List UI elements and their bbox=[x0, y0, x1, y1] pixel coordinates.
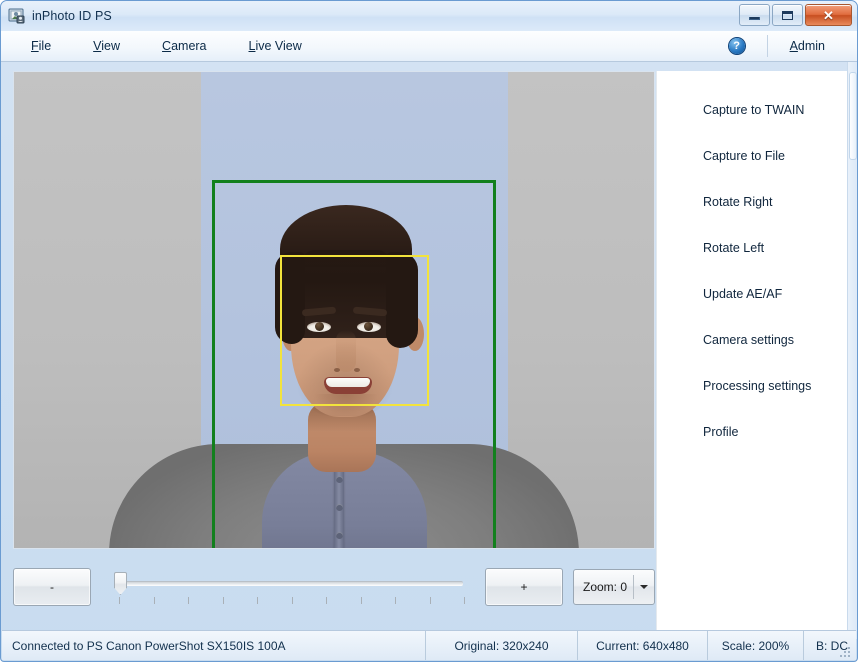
minimize-icon bbox=[749, 17, 760, 20]
application-window: inPhoto ID PS ✕ File View Camera Live Vi… bbox=[0, 0, 858, 662]
image-viewport[interactable] bbox=[13, 71, 655, 549]
command-processing-settings[interactable]: Processing settings bbox=[657, 363, 848, 409]
close-icon: ✕ bbox=[823, 9, 834, 22]
command-camera-settings[interactable]: Camera settings bbox=[657, 317, 848, 363]
menu-live-view[interactable]: Live View bbox=[239, 35, 312, 57]
command-capture-to-file[interactable]: Capture to File bbox=[657, 133, 848, 179]
status-bar: Connected to PS Canon PowerShot SX150IS … bbox=[2, 630, 856, 660]
window-title: inPhoto ID PS bbox=[32, 9, 112, 23]
menu-view-label-rest: iew bbox=[101, 39, 120, 53]
zoom-slider-thumb[interactable] bbox=[114, 572, 127, 595]
menu-view[interactable]: View bbox=[83, 35, 130, 57]
status-original-size: Original: 320x240 bbox=[426, 631, 578, 660]
menu-file[interactable]: File bbox=[21, 35, 61, 57]
panel-scrollbar-thumb[interactable] bbox=[849, 72, 857, 160]
face-detection-rectangle-overlay[interactable] bbox=[280, 255, 429, 406]
menu-file-accel: F bbox=[31, 39, 39, 53]
menu-divider bbox=[767, 35, 768, 57]
menu-camera-accel: C bbox=[162, 39, 171, 53]
command-rotate-right[interactable]: Rotate Right bbox=[657, 179, 848, 225]
command-rotate-left[interactable]: Rotate Left bbox=[657, 225, 848, 271]
zoom-slider-track[interactable] bbox=[121, 581, 463, 586]
maximize-button[interactable] bbox=[772, 4, 803, 26]
command-panel: Capture to TWAIN Capture to File Rotate … bbox=[656, 71, 848, 630]
command-capture-to-twain[interactable]: Capture to TWAIN bbox=[657, 87, 848, 133]
window-controls: ✕ bbox=[739, 4, 852, 26]
app-photo-icon bbox=[8, 7, 26, 25]
menu-bar-right: ? Admin bbox=[729, 31, 851, 61]
zoom-in-button[interactable]: + bbox=[485, 568, 563, 606]
menu-admin-accel: A bbox=[790, 39, 798, 53]
status-connection: Connected to PS Canon PowerShot SX150IS … bbox=[2, 631, 426, 660]
zoom-slider[interactable] bbox=[111, 569, 471, 605]
zoom-out-button[interactable]: - bbox=[13, 568, 91, 606]
menu-live-view-label-rest: ive View bbox=[255, 39, 301, 53]
preview-column: - + Zoom: 0 bbox=[1, 71, 656, 630]
help-icon[interactable]: ? bbox=[729, 38, 745, 54]
close-button[interactable]: ✕ bbox=[805, 4, 852, 26]
zoom-level-combobox[interactable]: Zoom: 0 bbox=[573, 569, 655, 605]
status-scale: Scale: 200% bbox=[708, 631, 804, 660]
status-current-size: Current: 640x480 bbox=[578, 631, 708, 660]
zoom-slider-ticks bbox=[119, 597, 465, 604]
combobox-divider bbox=[633, 575, 634, 599]
resize-grip[interactable] bbox=[840, 645, 853, 658]
main-content: - + Zoom: 0 Capture to TWAIN bbox=[1, 62, 857, 630]
menu-bar: File View Camera Live View ? Admin bbox=[1, 31, 857, 62]
command-update-ae-af[interactable]: Update AE/AF bbox=[657, 271, 848, 317]
menu-camera[interactable]: Camera bbox=[152, 35, 216, 57]
menu-admin-label-rest: dmin bbox=[798, 39, 825, 53]
maximize-icon bbox=[782, 11, 793, 20]
menu-camera-label-rest: amera bbox=[171, 39, 206, 53]
minimize-button[interactable] bbox=[739, 4, 770, 26]
menu-admin[interactable]: Admin bbox=[790, 39, 825, 53]
command-profile[interactable]: Profile bbox=[657, 409, 848, 455]
menu-file-label-rest: ile bbox=[39, 39, 52, 53]
chevron-down-icon[interactable] bbox=[640, 585, 648, 589]
zoom-level-value: Zoom: 0 bbox=[574, 580, 627, 594]
zoom-control-bar: - + Zoom: 0 bbox=[13, 549, 655, 611]
panel-scrollbar[interactable] bbox=[847, 62, 857, 639]
title-bar[interactable]: inPhoto ID PS ✕ bbox=[1, 1, 857, 31]
